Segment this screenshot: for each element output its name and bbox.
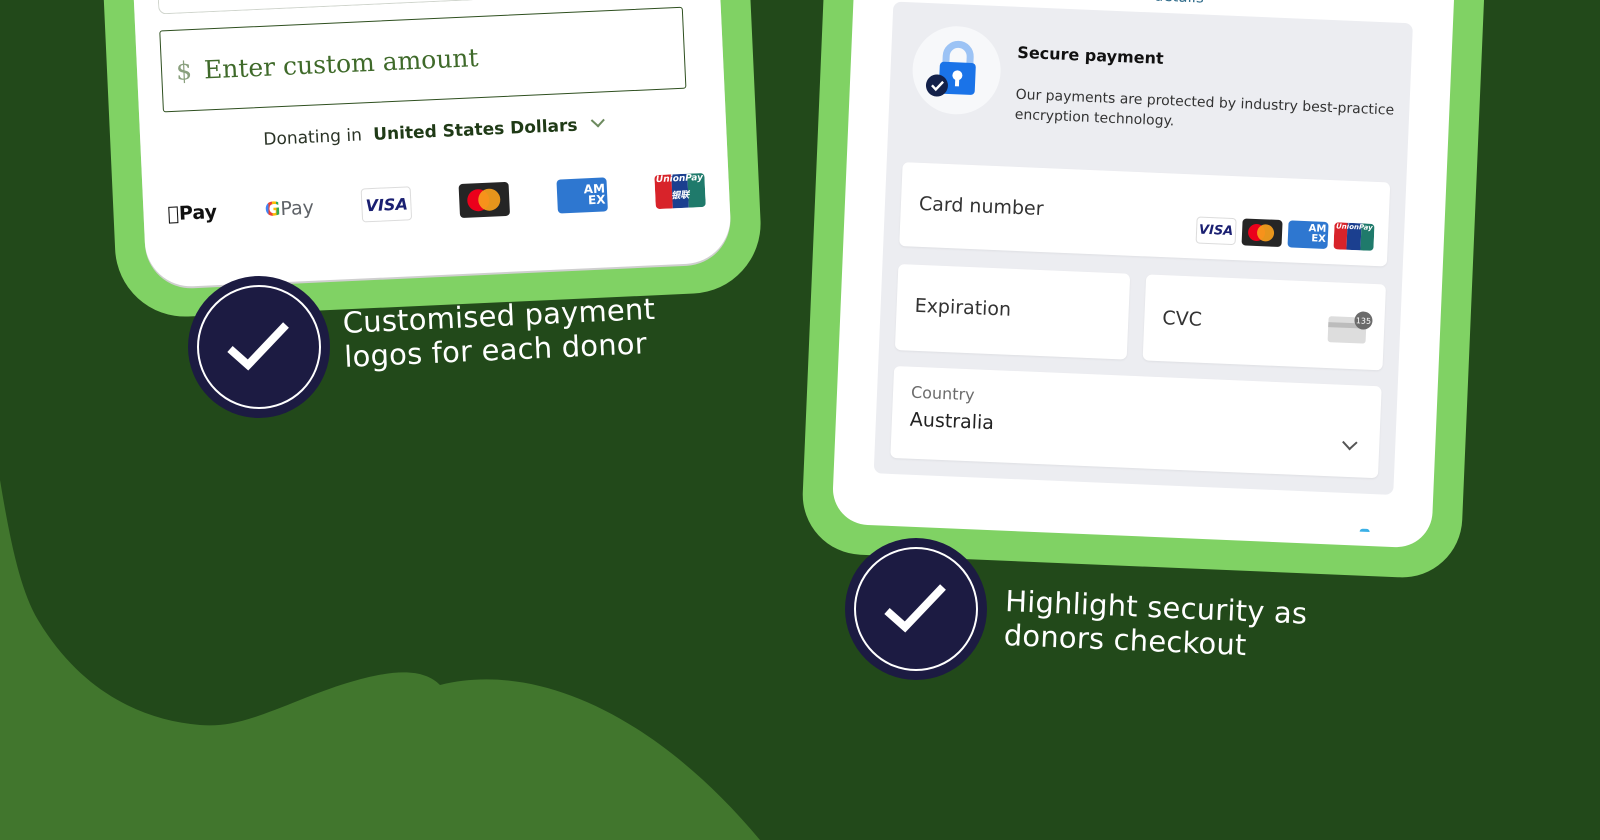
google-g-icon: G (264, 198, 281, 221)
secure-payment-panel: Secure payment Our payments are protecte… (873, 1, 1413, 495)
cvc-label: CVC (1161, 307, 1203, 331)
amex-label-bottom: EX (585, 192, 606, 208)
secure-payment-description: Our payments are protected by industry b… (1014, 86, 1395, 130)
unionpay-icon: UnionPay (1333, 222, 1375, 251)
wave-shape (0, 480, 760, 840)
right-phone-screen: details Secure payment Our payments are … (831, 0, 1458, 549)
checkmark-badge (188, 276, 330, 418)
amex-logo: AM EX (556, 177, 608, 214)
left-phone-mockup: $ Enter custom amount Donating in United… (98, 0, 764, 320)
donating-in-label: Donating in (262, 125, 363, 150)
visa-label: VISA (358, 194, 408, 216)
mastercard-orange-circle (477, 188, 501, 212)
currency-value: United States Dollars (372, 115, 578, 145)
unionpay-label: UnionPay 银联 (654, 173, 705, 209)
unionpay-label: UnionPay (1335, 222, 1373, 232)
cvc-input[interactable]: CVC 135 (1142, 274, 1387, 371)
expiration-input[interactable]: Expiration (894, 264, 1131, 360)
payment-logos:  Pay G Pay VISA AM EX UnionPay (167, 168, 706, 236)
cvc-card-icon: 135 (1327, 311, 1373, 344)
chevron-down-icon[interactable] (1342, 434, 1358, 451)
details-link[interactable]: details (1154, 0, 1205, 7)
amex-icon: AM EX (1287, 220, 1329, 249)
checkmark-badge (845, 538, 987, 680)
mastercard-logo (458, 181, 511, 219)
card-brand-icons: VISA AM EX UnionPay (1195, 216, 1375, 251)
dollar-sign: $ (175, 55, 193, 86)
lock-check-icon (910, 24, 1003, 117)
chevron-down-icon (590, 113, 605, 128)
apple-pay-label: Pay (167, 201, 218, 226)
apple-icon:  (167, 203, 179, 225)
badge-ring (197, 285, 321, 409)
country-label: Country (910, 382, 975, 405)
right-phone-mockup: details Secure payment Our payments are … (800, 0, 1488, 580)
visa-icon: VISA (1195, 216, 1237, 246)
country-select[interactable]: Country Australia (890, 365, 1382, 479)
left-phone-screen: $ Enter custom amount Donating in United… (128, 0, 733, 289)
feature-caption: Customised payment logos for each donor (342, 292, 657, 374)
card-number-input[interactable]: Card number VISA AM EX UnionPay (899, 162, 1391, 267)
unionpay-logo: UnionPay 银联 (654, 172, 706, 210)
currency-selector[interactable]: Donating in United States Dollars (140, 109, 726, 156)
country-value: Australia (909, 408, 995, 435)
feature-caption: Highlight security as donors checkout (1003, 584, 1308, 665)
unionpay-label-top: UnionPay (655, 172, 704, 186)
card-number-label: Card number (918, 192, 1044, 221)
google-pay-logo: G Pay (264, 197, 314, 221)
badge-ring (854, 547, 978, 671)
cvc-number-badge: 135 (1354, 311, 1373, 330)
visa-label: VISA (1198, 222, 1234, 240)
custom-amount-input[interactable]: $ Enter custom amount (159, 6, 687, 113)
custom-amount-placeholder: Enter custom amount (203, 42, 480, 84)
visa-logo: VISA (358, 186, 413, 223)
mastercard-icon (1241, 218, 1283, 248)
apple-pay-logo:  Pay (167, 201, 217, 225)
expiration-label: Expiration (914, 294, 1012, 321)
unionpay-label-bottom: 银联 (671, 190, 690, 202)
loading-indicator (1359, 528, 1370, 533)
google-pay-label: Pay (270, 197, 314, 221)
secure-payment-title: Secure payment (1017, 42, 1164, 68)
